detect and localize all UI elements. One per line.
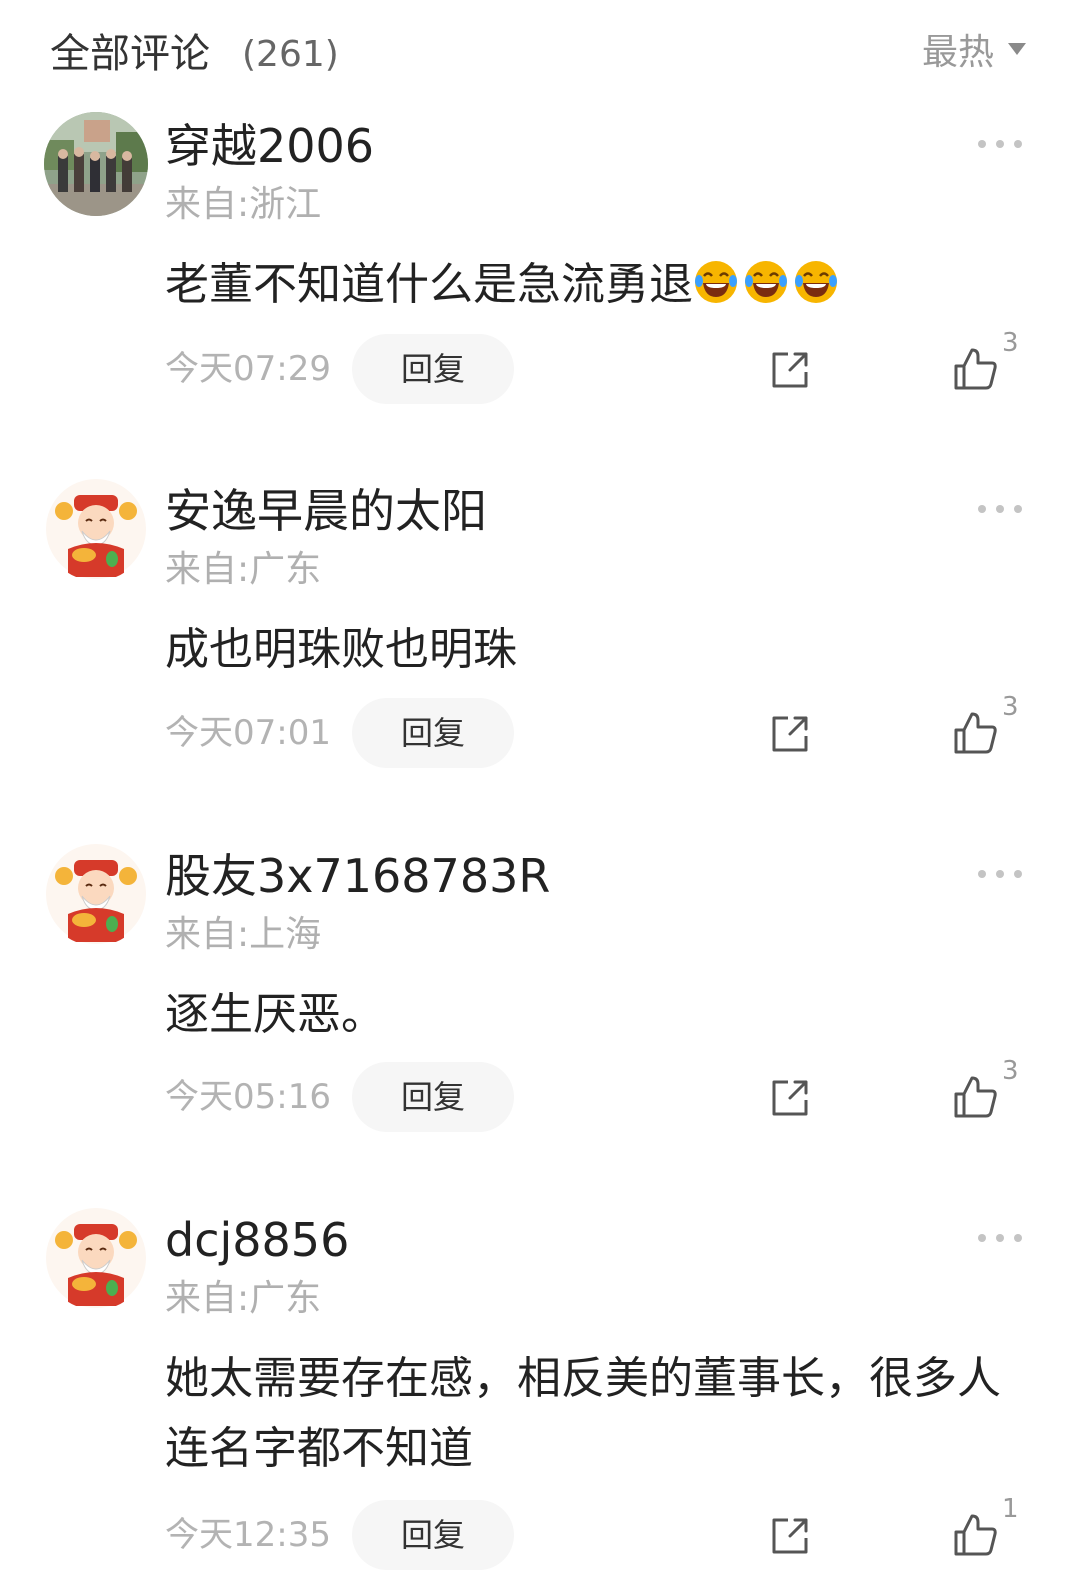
comment-actions: 今天07:29 回复 3	[0, 328, 1080, 404]
avatar[interactable]	[44, 477, 148, 581]
username[interactable]: dcj8856	[165, 1210, 349, 1270]
reply-button[interactable]: 回复	[352, 698, 514, 768]
header-title: 全部评论	[50, 31, 210, 77]
comment-count: (261)	[242, 34, 339, 75]
like-count: 3	[1002, 1056, 1019, 1086]
reply-button[interactable]: 回复	[352, 334, 514, 404]
location-label: 来自:广东	[165, 549, 322, 590]
like-button[interactable]: 3	[952, 1056, 1032, 1132]
avatar[interactable]	[44, 112, 148, 216]
thumbs-up-icon	[954, 348, 997, 390]
username[interactable]: 股友3x7168783R	[165, 846, 550, 906]
comment-time: 今天07:01	[165, 713, 331, 753]
thumbs-up-icon	[954, 1076, 997, 1118]
more-dots-icon[interactable]	[978, 132, 1022, 156]
sort-dropdown[interactable]: 最热	[922, 24, 1026, 74]
sort-label: 最热	[921, 32, 994, 73]
more-dots-icon[interactable]	[978, 497, 1022, 521]
comment-body: 她太需要存在感，相反美的董事长，很多人连名字都不知道	[165, 1353, 1001, 1474]
reply-button[interactable]: 回复	[352, 1500, 514, 1570]
comment-body: 成也明珠败也明珠	[165, 624, 517, 675]
comment-actions: 今天07:01 回复 3	[0, 692, 1080, 768]
fortune-god-avatar-icon	[44, 842, 148, 946]
share-icon[interactable]	[768, 348, 812, 392]
fortune-god-avatar-icon	[44, 477, 148, 581]
avatar[interactable]	[44, 1206, 148, 1310]
share-icon[interactable]	[768, 1514, 812, 1558]
fortune-god-avatar-icon	[44, 1206, 148, 1310]
comment-item: dcj8856 来自:广东 她太需要存在感，相反美的董事长，很多人连名字都不知道…	[0, 1206, 1080, 1584]
comment-body: 逐生厌恶。	[165, 989, 385, 1040]
location-label: 来自:广东	[165, 1278, 322, 1319]
comment-time: 今天05:16	[165, 1077, 331, 1117]
username[interactable]: 穿越2006	[165, 116, 374, 176]
comment-time: 今天07:29	[165, 349, 331, 389]
comment-body: 老董不知道什么是急流勇退	[165, 259, 693, 310]
like-button[interactable]: 3	[952, 328, 1032, 404]
comment-item: 穿越2006 来自:浙江 老董不知道什么是急流勇退 今天07:29 回复 3	[0, 112, 1080, 412]
like-count: 1	[1002, 1494, 1019, 1524]
caret-down-icon	[1008, 43, 1026, 55]
comment-item: 股友3x7168783R 来自:上海 逐生厌恶。 今天05:16 回复 3	[0, 842, 1080, 1142]
reply-button[interactable]: 回复	[352, 1062, 514, 1132]
like-count: 3	[1002, 328, 1019, 358]
thumbs-up-icon	[954, 712, 997, 754]
laughing-tears-emoji-icon	[745, 261, 787, 303]
comment-text: 老董不知道什么是急流勇退	[165, 250, 1025, 320]
comment-actions: 今天05:16 回复 3	[0, 1056, 1080, 1132]
more-dots-icon[interactable]	[978, 862, 1022, 886]
like-count: 3	[1002, 692, 1019, 722]
share-icon[interactable]	[768, 1076, 812, 1120]
username[interactable]: 安逸早晨的太阳	[165, 481, 487, 541]
comment-text: 成也明珠败也明珠	[165, 615, 1025, 685]
avatar[interactable]	[44, 842, 148, 946]
comment-item: 安逸早晨的太阳 来自:广东 成也明珠败也明珠 今天07:01 回复 3	[0, 477, 1080, 777]
group-photo-avatar-icon	[44, 112, 148, 216]
comment-text: 她太需要存在感，相反美的董事长，很多人连名字都不知道	[165, 1344, 1025, 1484]
location-label: 来自:浙江	[165, 184, 322, 225]
share-icon[interactable]	[768, 712, 812, 756]
comment-actions: 今天12:35 回复 1	[0, 1494, 1080, 1570]
comment-text: 逐生厌恶。	[165, 980, 1025, 1050]
like-button[interactable]: 3	[952, 692, 1032, 768]
laughing-tears-emoji-icon	[695, 261, 737, 303]
location-label: 来自:上海	[165, 914, 322, 955]
thumbs-up-icon	[954, 1514, 997, 1556]
comments-header: 全部评论 (261) 最热	[0, 0, 1080, 100]
more-dots-icon[interactable]	[978, 1226, 1022, 1250]
laughing-tears-emoji-icon	[795, 261, 837, 303]
like-button[interactable]: 1	[952, 1494, 1032, 1570]
comment-time: 今天12:35	[165, 1515, 331, 1555]
